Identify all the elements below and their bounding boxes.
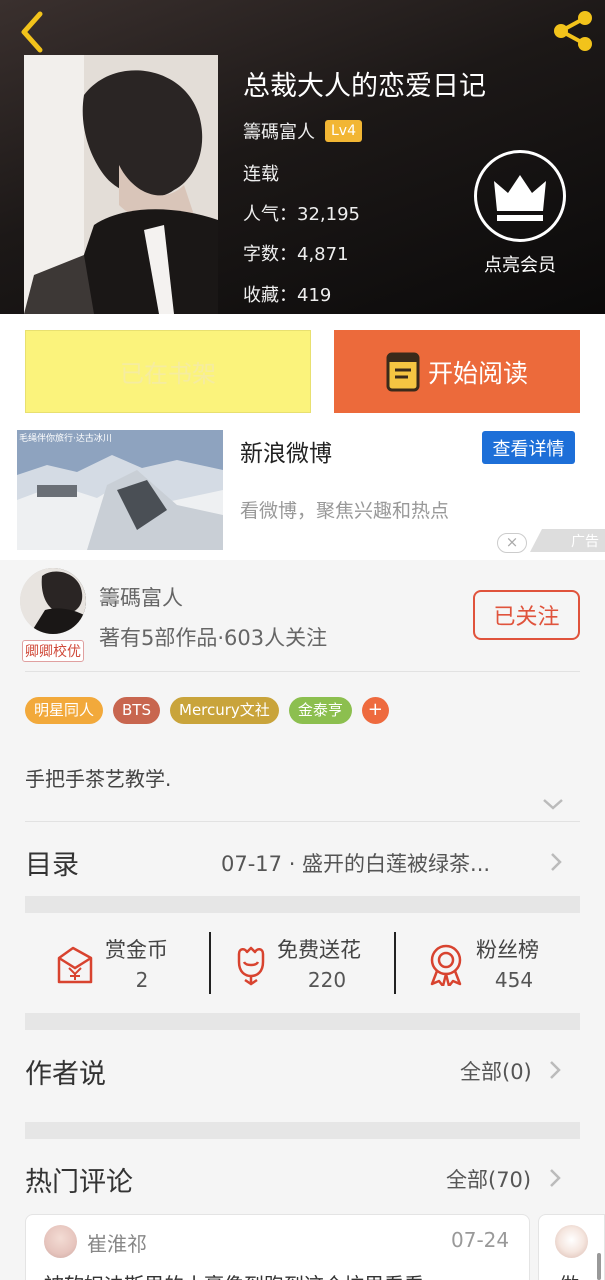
chevron-down-icon[interactable] [541,796,565,812]
ad-detail-button[interactable]: 查看详情 [482,431,575,464]
scrollbar-thumb[interactable] [597,1253,601,1280]
ad-title[interactable]: 新浪微博 [240,434,332,468]
book-author-name[interactable]: 籌碼富人 [243,118,315,144]
book-header: 总裁大人的恋爱日记 籌碼富人 Lv4 连载 人气：32,195 字数：4,871… [0,0,605,314]
start-reading-button[interactable]: 开始阅读 [334,330,580,413]
interaction-stats: 赏金币 2 免费送花 220 粉丝榜 454 [25,930,580,995]
comment-date: 07-24 [451,1228,510,1252]
author-stats: 著有5部作品·603人关注 [99,626,328,650]
tag-item[interactable]: Mercury文社 [170,697,279,724]
fan-ranking-button[interactable]: 粉丝榜 454 [396,930,580,995]
ad-description: 看微博，聚焦兴趣和热点 [240,500,450,522]
comment-card[interactable]: 做 [538,1214,605,1280]
book-popularity: 人气：32,195 [243,204,360,225]
reward-coins-button[interactable]: 赏金币 2 [25,930,210,995]
flower-icon [237,946,265,986]
tag-list: 明星同人 BTS Mercury文社 金泰亨 + [25,697,389,724]
section-separator [25,1013,580,1030]
author-avatar[interactable] [20,568,86,634]
tag-item[interactable]: 金泰亨 [288,697,352,724]
author-name[interactable]: 籌碼富人 [99,582,183,612]
commenter-avatar[interactable] [555,1225,588,1258]
chevron-right-icon[interactable] [549,851,563,873]
chevron-right-icon[interactable] [548,1167,562,1189]
share-button[interactable] [548,8,598,54]
book-icon [386,352,420,391]
in-bookshelf-button[interactable]: 已在书架 [25,330,311,413]
comment-card[interactable]: 崔淮祁 07-24 被软妲迪斯里的小豪像到跑到这个坑里看看 [25,1214,530,1280]
back-arrow-icon [21,11,43,53]
back-button[interactable] [14,10,54,54]
add-tag-button[interactable]: + [361,697,389,724]
book-favorites: 收藏：419 [243,285,332,306]
ad-banner[interactable]: 毛绳伴你旅行·达古冰川 新浪微博 查看详情 看微博，聚焦兴趣和热点 × 广告 [0,430,605,560]
follow-button[interactable]: 已关注 [473,590,580,640]
divider [25,821,580,822]
ad-mark-label: 广告 [571,533,599,550]
author-level-badge: Lv4 [325,120,362,142]
author-says-title: 作者说 [25,1059,106,1090]
send-flower-button[interactable]: 免费送花 220 [211,930,395,995]
book-title: 总裁大人的恋爱日记 [243,71,486,102]
section-separator [25,1122,580,1139]
chevron-right-icon[interactable] [548,1059,562,1081]
ad-image-caption: 毛绳伴你旅行·达古冰川 [19,434,112,444]
share-icon [554,11,592,51]
start-reading-label: 开始阅读 [427,358,528,388]
stat-name: 赏金币 [105,938,168,962]
comment-text: 做 [559,1269,579,1280]
vip-button[interactable] [474,150,566,242]
stat-value: 2 [135,968,149,992]
commenter-avatar[interactable] [44,1225,77,1258]
book-author-line: 籌碼富人 Lv4 [243,118,362,144]
book-cover-image[interactable] [24,55,218,314]
ad-close-icon[interactable]: × [497,533,527,553]
stat-value: 454 [494,968,534,992]
stat-value: 220 [307,968,347,992]
author-avatar-badge: 卿卿校优 [22,640,84,662]
vip-label[interactable]: 点亮会员 [470,251,570,277]
toc-label[interactable]: 目录 [25,843,79,882]
hot-comments-title: 热门评论 [25,1167,133,1198]
stat-name: 免费送花 [277,938,361,962]
red-envelope-icon [57,946,93,984]
comment-text: 被软妲迪斯里的小豪像到跑到这个坑里看看 [44,1269,514,1280]
book-word-count: 字数：4,871 [243,244,349,265]
book-detail-main: 卿卿校优 籌碼富人 著有5部作品·603人关注 已关注 明星同人 BTS Mer… [0,560,605,1280]
stat-name: 粉丝榜 [476,938,539,962]
medal-icon [430,944,462,986]
hot-comments-more[interactable]: 全部(70) [446,1164,531,1194]
book-actions: 已在书架 开始阅读 [0,314,605,430]
tag-item[interactable]: 明星同人 [25,697,104,724]
tag-item[interactable]: BTS [113,697,160,724]
ad-image[interactable]: 毛绳伴你旅行·达古冰川 [17,430,223,550]
author-says-more[interactable]: 全部(0) [460,1056,532,1086]
commenter-name[interactable]: 崔淮祁 [87,1228,147,1257]
book-status: 连载 [243,164,279,185]
crown-icon [494,175,546,221]
ad-mark: 广告 [530,529,605,552]
toc-latest-chapter[interactable]: 07-17 · 盛开的白莲被绿茶... [221,848,490,878]
book-intro: 手把手茶艺教学. [25,767,172,791]
divider [25,671,580,672]
section-separator [25,896,580,913]
